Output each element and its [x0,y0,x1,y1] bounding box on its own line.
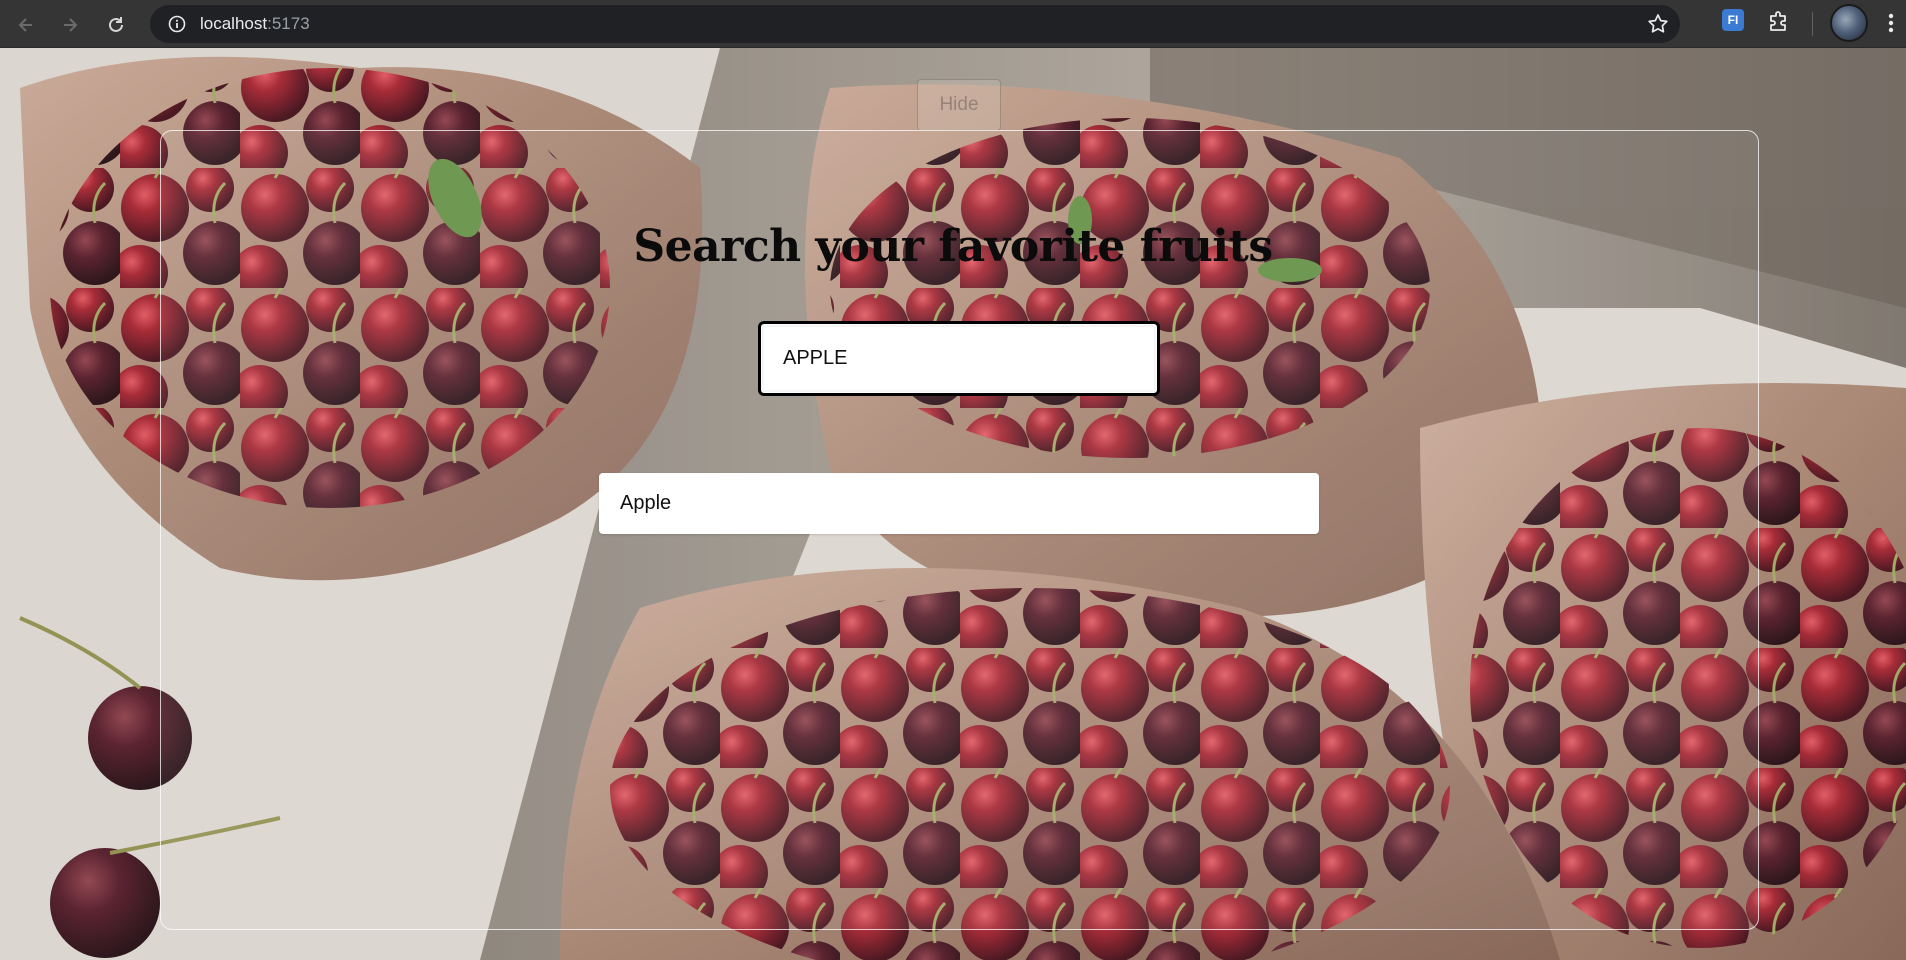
reload-button[interactable] [99,8,133,42]
info-icon [168,15,186,33]
fruit-search-input[interactable] [758,321,1160,396]
reload-icon [109,17,123,32]
back-button[interactable] [9,8,43,42]
page-title: Search your favorite fruits [633,221,1273,272]
browser-toolbar: localhost:5173 FI [0,0,1906,48]
profile-avatar[interactable] [1830,4,1868,42]
url-port: :5173 [267,14,310,33]
page-viewport: Hide Search your favorite fruits Apple [0,48,1906,960]
site-info-button[interactable] [158,5,196,43]
extension-fi-icon[interactable]: FI [1722,9,1744,31]
more-options-icon[interactable] [1880,9,1902,37]
extensions-puzzle-icon[interactable] [1766,8,1792,34]
address-bar[interactable]: localhost:5173 [150,5,1680,43]
search-result-item[interactable]: Apple [599,473,1319,534]
url-text: localhost:5173 [200,14,310,34]
hide-button[interactable]: Hide [917,79,1001,131]
arrow-right-icon [64,18,78,32]
forward-button[interactable] [53,8,87,42]
arrow-left-icon [18,18,32,32]
url-host: localhost [200,14,268,33]
toolbar-divider [1812,12,1813,36]
bookmark-star-icon[interactable] [1646,12,1670,36]
